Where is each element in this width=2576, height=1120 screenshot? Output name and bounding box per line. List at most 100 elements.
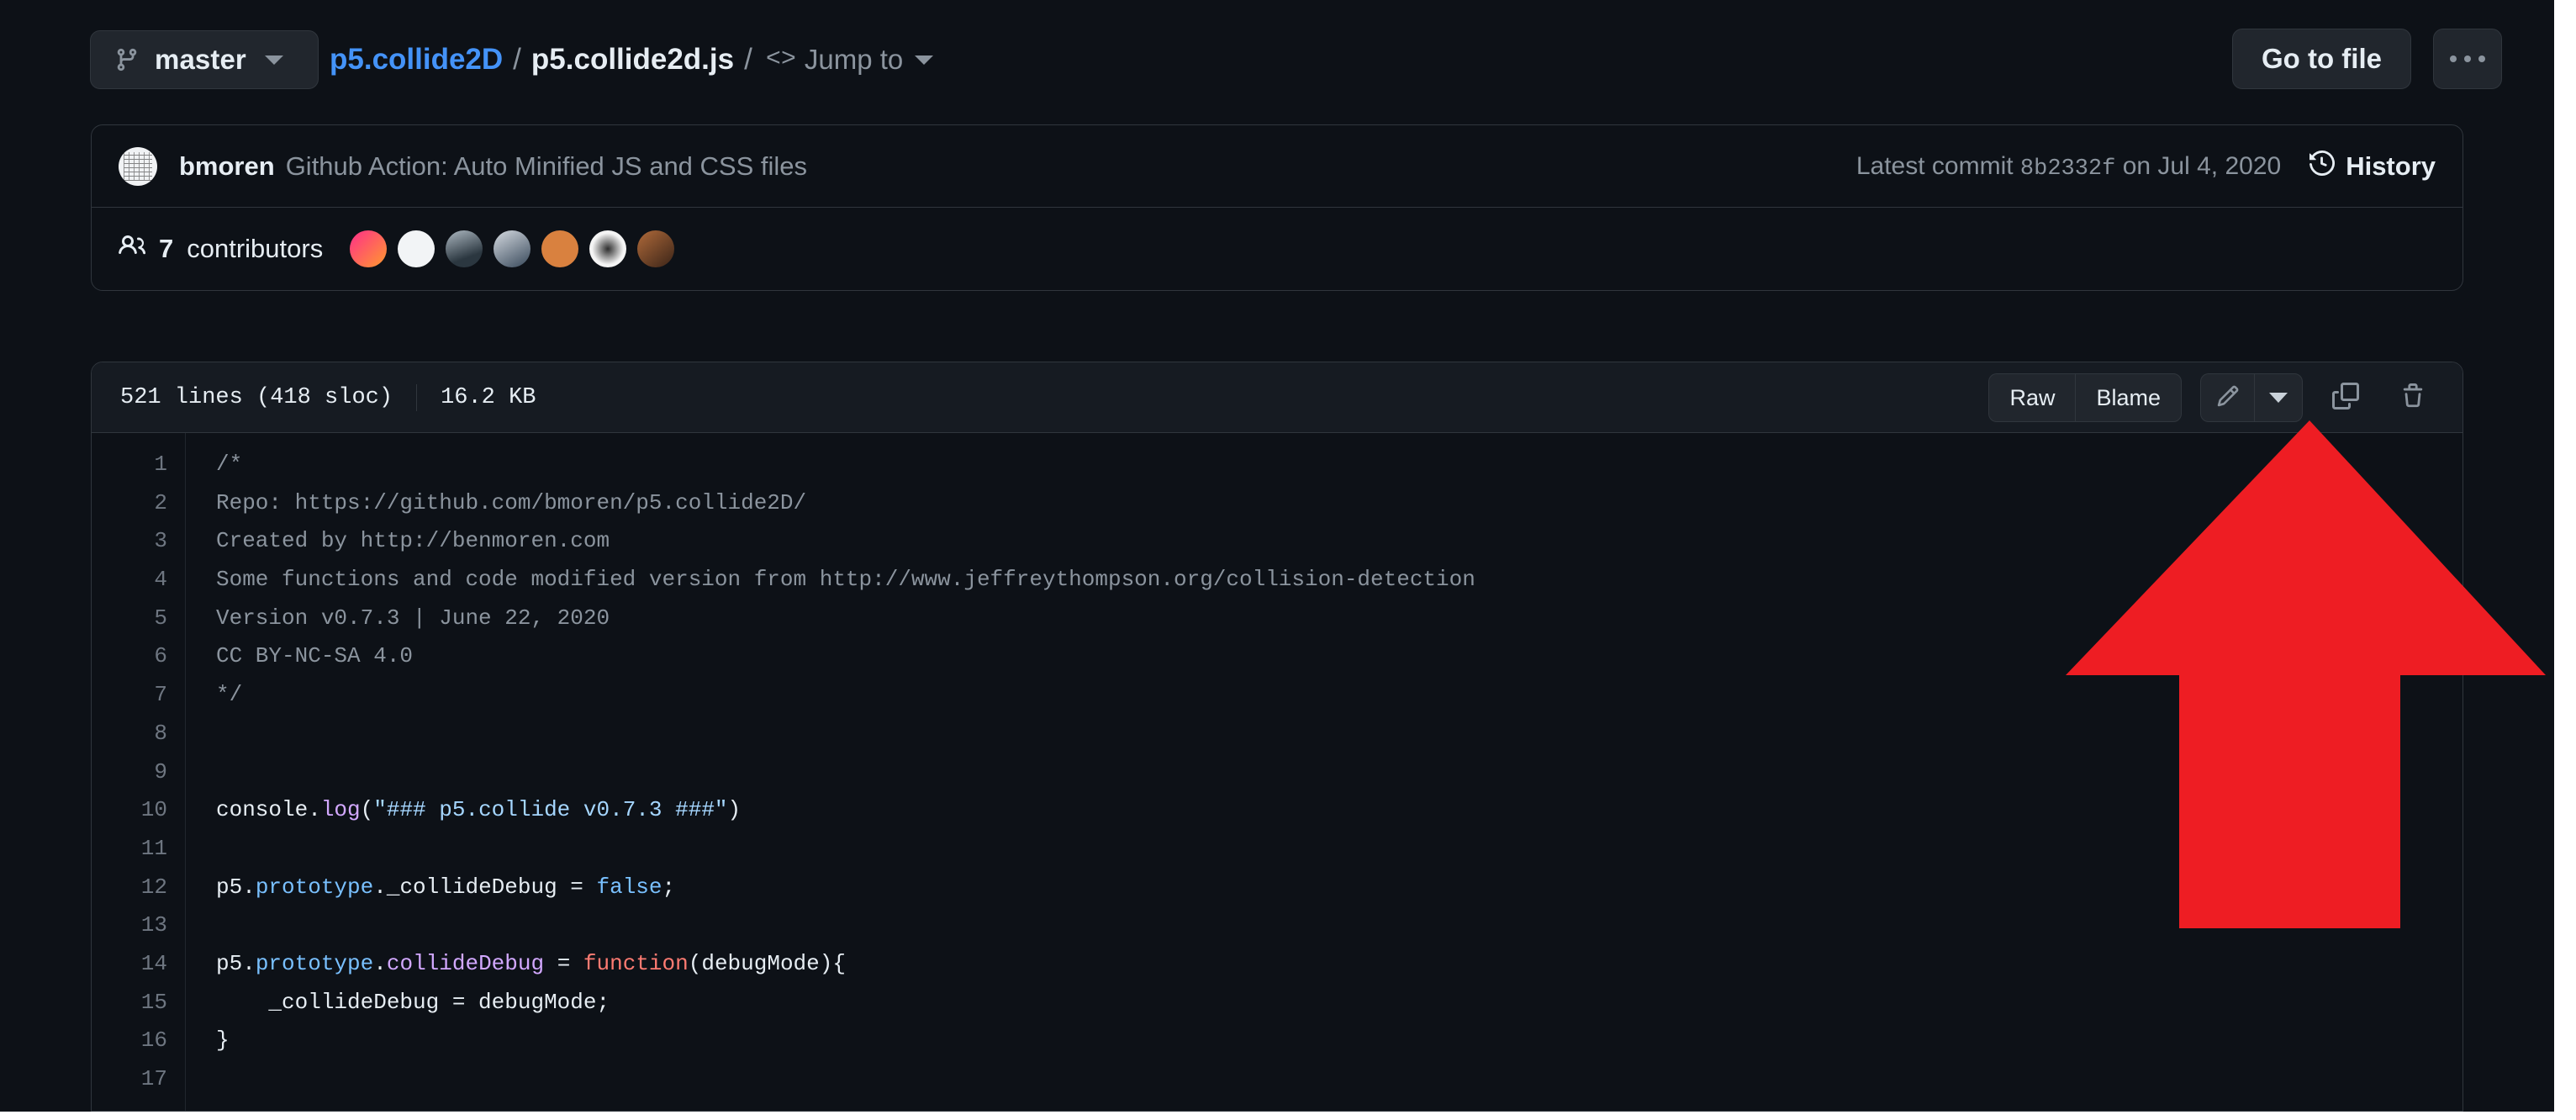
line-content: _collideDebug = debugMode; <box>186 984 610 1022</box>
contributors-row: 7 contributors <box>92 208 2463 290</box>
code-token-plain: ._collideDebug = <box>373 874 597 900</box>
chevron-down-icon <box>915 55 934 65</box>
code-line: 17 <box>92 1060 2463 1099</box>
file-line-count: 521 lines (418 sloc) <box>120 384 393 410</box>
author-avatar[interactable] <box>119 146 157 186</box>
line-content: Version v0.7.3 | June 22, 2020 <box>186 600 610 638</box>
copy-icon <box>2332 382 2359 414</box>
line-content: console.log("### p5.collide v0.7.3 ###") <box>186 791 741 830</box>
raw-button[interactable]: Raw <box>1988 373 2076 422</box>
code-token-comment: /* <box>216 452 243 477</box>
copy-raw-contents-button[interactable] <box>2321 373 2370 422</box>
code-token-comment: Created by http://benmoren.com <box>216 528 610 554</box>
code-token-comment: */ <box>216 682 243 708</box>
code-line: 4 Some functions and code modified versio… <box>92 561 2463 600</box>
github-file-view-page: master p5.collide2D / p5.collide2d.js / … <box>0 0 2554 1112</box>
file-toolbar: 521 lines (418 sloc) 16.2 KB Raw Blame <box>92 362 2463 433</box>
more-options-button[interactable] <box>2433 29 2502 89</box>
commit-info-panel: bmoren Github Action: Auto Minified JS a… <box>91 124 2463 291</box>
code-line: 10 console.log("### p5.collide v0.7.3 ###… <box>92 791 2463 830</box>
code-token-comment: Version v0.7.3 | June 22, 2020 <box>216 605 610 631</box>
code-token-fn: collideDebug <box>386 950 545 976</box>
code-line: 1/* <box>92 446 2463 484</box>
code-line: 13 <box>92 906 2463 945</box>
contributors-count: 7 <box>159 234 174 263</box>
code-token-prop: false <box>596 874 662 900</box>
code-token-plain: p5. <box>216 950 256 976</box>
toolbar-divider <box>416 383 418 411</box>
line-content: } <box>186 1022 230 1060</box>
contributor-avatar-3[interactable] <box>446 230 483 267</box>
code-token-plain: ) <box>727 797 742 823</box>
code-line-list: 1/* 2 Repo: https://github.com/bmoren/p5.c… <box>92 446 2463 1099</box>
code-line: 7 */ <box>92 676 2463 715</box>
code-token-plain: (debugMode){ <box>688 950 846 976</box>
breadcrumb-file-name: p5.collide2d.js <box>531 43 735 76</box>
contributors-label: contributors <box>187 234 324 263</box>
contributor-avatar-2[interactable] <box>398 230 435 267</box>
edit-file-button[interactable] <box>2200 373 2254 422</box>
blame-button[interactable]: Blame <box>2075 373 2182 422</box>
code-token-fn: log <box>320 797 361 823</box>
breadcrumb-repo-link[interactable]: p5.collide2D <box>330 43 503 77</box>
dot-2 <box>2464 55 2471 62</box>
delete-file-button[interactable] <box>2389 373 2437 422</box>
trash-icon <box>2400 383 2426 413</box>
dot-3 <box>2478 55 2485 62</box>
people-icon <box>119 232 146 266</box>
breadcrumb-separator-2: / <box>744 43 752 76</box>
file-content-panel: 521 lines (418 sloc) 16.2 KB Raw Blame 1… <box>91 362 2463 1112</box>
commit-message-link[interactable]: Github Action: Auto Minified JS and CSS … <box>286 151 807 182</box>
jump-to-button[interactable]: <> Jump to <box>765 44 934 76</box>
repository-top-bar: master p5.collide2D / p5.collide2d.js / … <box>0 0 2554 123</box>
code-line: 9 <box>92 753 2463 792</box>
go-to-file-button[interactable]: Go to file <box>2232 29 2411 89</box>
code-token-comment: CC BY-NC-SA 4.0 <box>216 643 414 669</box>
commit-date: Jul 4, 2020 <box>2157 151 2282 180</box>
code-line: 6 CC BY-NC-SA 4.0 <box>92 637 2463 676</box>
code-content[interactable]: 1/* 2 Repo: https://github.com/bmoren/p5.c… <box>92 433 2463 1111</box>
branch-selector-button[interactable]: master <box>90 30 319 89</box>
code-token-plain: } <box>216 1028 230 1054</box>
code-token-plain: _collideDebug = debugMode; <box>216 989 610 1015</box>
line-content: Repo: https://github.com/bmoren/p5.colli… <box>186 484 806 523</box>
contributors-link[interactable]: 7 contributors <box>119 232 323 266</box>
clock-history-icon <box>2309 150 2336 182</box>
code-line: 5 Version v0.7.3 | June 22, 2020 <box>92 600 2463 638</box>
commit-sha[interactable]: 8b2332f <box>2020 156 2115 182</box>
code-line: 11 <box>92 830 2463 869</box>
edit-options-dropdown[interactable] <box>2254 373 2303 422</box>
line-content: p5.prototype._collideDebug = false; <box>186 869 675 907</box>
line-content: /* <box>186 446 242 484</box>
latest-commit-text: Latest commit 8b2332f on Jul 4, 2020 <box>1855 151 2282 182</box>
code-token-plain: . <box>373 950 387 976</box>
code-brackets-icon: <> <box>765 45 796 74</box>
jump-to-label: Jump to <box>804 44 904 75</box>
contributor-avatar-list <box>350 230 675 267</box>
code-token-comment: Repo: https://github.com/bmoren/p5.colli… <box>216 489 807 515</box>
line-content: Created by http://benmoren.com <box>186 522 610 561</box>
code-token-plain: = <box>544 950 583 976</box>
code-line: 2 Repo: https://github.com/bmoren/p5.coll… <box>92 484 2463 523</box>
contributor-avatar-1[interactable] <box>350 230 388 267</box>
contributor-avatar-4[interactable] <box>494 230 531 267</box>
dot-1 <box>2450 55 2457 62</box>
contributor-avatar-7[interactable] <box>637 230 675 267</box>
code-line: 8 <box>92 715 2463 753</box>
code-line: 3 Created by http://benmoren.com <box>92 522 2463 561</box>
code-line: 12 p5.prototype._collideDebug = false; <box>92 869 2463 907</box>
code-token-prop: prototype <box>255 874 374 900</box>
code-token-plain: p5. <box>216 874 256 900</box>
line-content: Some functions and code modified version… <box>186 561 1475 600</box>
commit-author-link[interactable]: bmoren <box>179 151 275 182</box>
history-label: History <box>2346 151 2436 181</box>
code-line: 14 p5.prototype.collideDebug = function(d… <box>92 945 2463 984</box>
line-content: CC BY-NC-SA 4.0 <box>186 637 413 676</box>
code-token-plain: ( <box>360 797 374 823</box>
contributor-avatar-5[interactable] <box>541 230 579 267</box>
contributor-avatar-6[interactable] <box>589 230 627 267</box>
edit-button-group <box>2200 373 2303 422</box>
line-content: */ <box>186 676 242 715</box>
code-line: 16} <box>92 1022 2463 1060</box>
history-link[interactable]: History <box>2309 150 2436 182</box>
